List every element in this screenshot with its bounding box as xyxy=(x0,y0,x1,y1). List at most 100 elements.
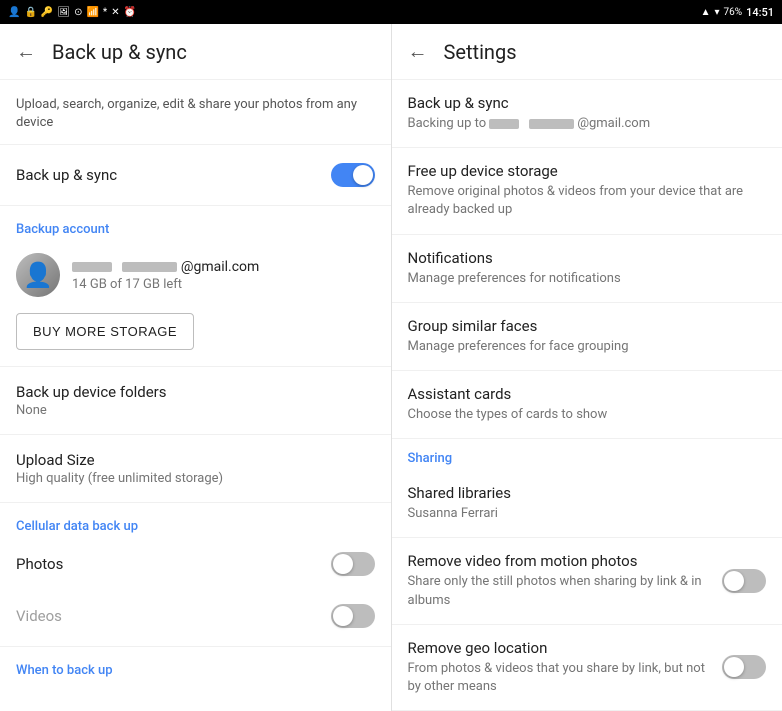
backup-desc-text: Backing up to xyxy=(408,116,490,131)
videos-toggle-thumb xyxy=(333,606,353,626)
sharing-heading: Sharing xyxy=(392,439,782,470)
settings-shared-libraries-desc: Susanna Ferrari xyxy=(408,505,767,523)
backup-email-redacted-2 xyxy=(529,119,574,129)
settings-remove-video-title: Remove video from motion photos xyxy=(408,552,711,570)
settings-item-group-faces[interactable]: Group similar faces Manage preferences f… xyxy=(392,303,782,371)
left-toolbar: ← Back up & sync xyxy=(0,24,391,80)
settings-item-assistant[interactable]: Assistant cards Choose the types of card… xyxy=(392,371,782,439)
upload-size-label: Upload Size xyxy=(16,451,375,469)
status-icon-circle: ⊙ xyxy=(74,7,82,18)
status-icon-wifi: ▾ xyxy=(714,7,719,18)
backup-sync-toggle[interactable] xyxy=(331,163,375,187)
settings-item-remove-geo-text: Remove geo location From photos & videos… xyxy=(408,639,711,696)
videos-toggle[interactable] xyxy=(331,604,375,628)
right-screen-title: Settings xyxy=(444,40,517,64)
videos-label: Videos xyxy=(16,607,62,625)
settings-notifications-title: Notifications xyxy=(408,249,767,267)
account-info: @gmail.com 14 GB of 17 GB left xyxy=(72,259,375,292)
when-to-backup-heading: When to back up xyxy=(0,651,391,682)
settings-assistant-desc: Choose the types of cards to show xyxy=(408,406,767,424)
photos-toggle-thumb xyxy=(333,554,353,574)
status-icon-person: 👤 xyxy=(8,7,20,18)
remove-geo-toggle[interactable] xyxy=(722,655,766,679)
divider-2 xyxy=(0,205,391,206)
settings-item-free-storage[interactable]: Free up device storage Remove original p… xyxy=(392,148,782,234)
settings-free-storage-title: Free up device storage xyxy=(408,162,767,180)
right-screen: ← Settings Back up & sync Backing up to … xyxy=(392,24,782,711)
backup-account-heading: Backup account xyxy=(0,210,391,241)
status-icon-signal: ▲ xyxy=(701,7,711,18)
status-icon-xcircle: ✕ xyxy=(111,7,119,18)
buy-storage-button[interactable]: BUY MORE STORAGE xyxy=(16,313,194,350)
right-toolbar: ← Settings xyxy=(392,24,782,80)
backup-sync-toggle-thumb xyxy=(353,165,373,185)
divider-1 xyxy=(0,144,391,145)
email-redacted-1 xyxy=(72,262,112,272)
settings-item-shared-libraries[interactable]: Shared libraries Susanna Ferrari xyxy=(392,470,782,538)
settings-group-faces-desc: Manage preferences for face grouping xyxy=(408,338,767,356)
settings-backup-sync-title: Back up & sync xyxy=(408,94,767,112)
settings-item-remove-video[interactable]: Remove video from motion photos Share on… xyxy=(392,538,782,624)
status-icon-vpn: 🔑 xyxy=(41,7,53,18)
photos-row[interactable]: Photos xyxy=(0,538,391,590)
settings-notifications-desc: Manage preferences for notifications xyxy=(408,270,767,288)
left-back-button[interactable]: ← xyxy=(16,39,36,64)
backup-email-redacted-1 xyxy=(489,119,519,129)
settings-remove-video-desc: Share only the still photos when sharing… xyxy=(408,573,711,609)
status-bar: 👤 🔒 🔑 🖼 ⊙ 📶 * ✕ ⏰ ▲ ▾ 76% 14:51 xyxy=(0,0,782,24)
status-bar-left: 👤 🔒 🔑 🖼 ⊙ 📶 * ✕ ⏰ xyxy=(0,0,391,24)
status-icon-alarm: ⏰ xyxy=(124,7,136,18)
divider-4 xyxy=(0,434,391,435)
status-bar-right: ▲ ▾ 76% 14:51 xyxy=(391,0,782,24)
screens-container: ← Back up & sync Upload, search, organiz… xyxy=(0,24,782,711)
status-icon-lock: 🔒 xyxy=(24,7,36,18)
backup-folders-label: Back up device folders xyxy=(16,383,375,401)
settings-item-notifications[interactable]: Notifications Manage preferences for not… xyxy=(392,235,782,303)
email-redacted-2 xyxy=(122,262,177,272)
cellular-heading: Cellular data back up xyxy=(0,507,391,538)
settings-shared-libraries-title: Shared libraries xyxy=(408,484,767,502)
settings-backup-sync-desc: Backing up to @gmail.com xyxy=(408,115,767,133)
upload-size-value: High quality (free unlimited storage) xyxy=(16,471,375,486)
right-screen-content: Back up & sync Backing up to @gmail.com … xyxy=(392,80,782,711)
right-back-button[interactable]: ← xyxy=(408,39,428,64)
upload-size-row[interactable]: Upload Size High quality (free unlimited… xyxy=(0,439,391,498)
backup-email-suffix: @gmail.com xyxy=(577,116,650,131)
account-storage: 14 GB of 17 GB left xyxy=(72,277,375,292)
status-battery: 76% xyxy=(724,7,743,18)
remove-video-toggle-thumb xyxy=(724,571,744,591)
left-description: Upload, search, organize, edit & share y… xyxy=(0,80,391,140)
settings-item-remove-video-text: Remove video from motion photos Share on… xyxy=(408,552,711,609)
backup-folders-value: None xyxy=(16,403,375,418)
left-screen-title: Back up & sync xyxy=(52,40,187,64)
videos-row[interactable]: Videos xyxy=(0,590,391,642)
avatar-icon: 👤 xyxy=(23,261,53,289)
photos-label: Photos xyxy=(16,555,63,573)
status-icon-image: 🖼 xyxy=(57,7,70,18)
backup-sync-row[interactable]: Back up & sync xyxy=(0,149,391,201)
settings-assistant-title: Assistant cards xyxy=(408,385,767,403)
remove-video-toggle[interactable] xyxy=(722,569,766,593)
status-icon-bt: * xyxy=(103,7,107,18)
account-email: @gmail.com xyxy=(72,259,375,275)
status-icon-wifi2: 📶 xyxy=(86,7,98,18)
status-time: 14:51 xyxy=(746,6,774,19)
account-row[interactable]: 👤 @gmail.com 14 GB of 17 GB left xyxy=(0,241,391,309)
avatar-inner: 👤 xyxy=(16,253,60,297)
settings-group-faces-title: Group similar faces xyxy=(408,317,767,335)
backup-folders-row[interactable]: Back up device folders None xyxy=(0,371,391,430)
settings-item-remove-geo[interactable]: Remove geo location From photos & videos… xyxy=(392,625,782,711)
divider-6 xyxy=(0,646,391,647)
avatar: 👤 xyxy=(16,253,60,297)
email-suffix: @gmail.com xyxy=(181,259,259,275)
photos-toggle[interactable] xyxy=(331,552,375,576)
backup-sync-label: Back up & sync xyxy=(16,166,117,184)
remove-geo-toggle-thumb xyxy=(724,657,744,677)
settings-remove-geo-title: Remove geo location xyxy=(408,639,711,657)
settings-free-storage-desc: Remove original photos & videos from you… xyxy=(408,183,767,219)
settings-item-backup-sync[interactable]: Back up & sync Backing up to @gmail.com xyxy=(392,80,782,148)
divider-3 xyxy=(0,366,391,367)
left-screen-content: Upload, search, organize, edit & share y… xyxy=(0,80,391,711)
left-screen: ← Back up & sync Upload, search, organiz… xyxy=(0,24,392,711)
divider-5 xyxy=(0,502,391,503)
